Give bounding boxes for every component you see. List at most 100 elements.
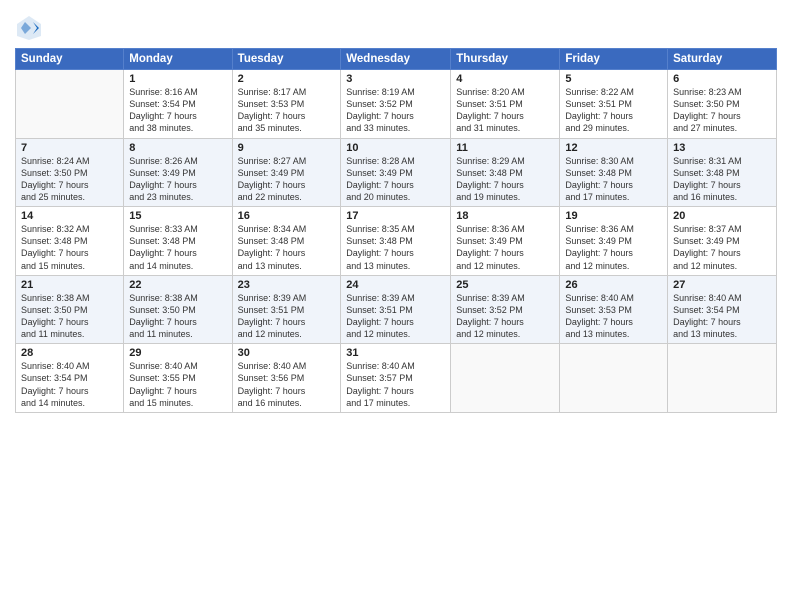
- day-number: 25: [456, 279, 554, 291]
- calendar-cell: 23Sunrise: 8:39 AM Sunset: 3:51 PM Dayli…: [232, 275, 341, 344]
- day-number: 17: [346, 210, 445, 222]
- day-info: Sunrise: 8:30 AM Sunset: 3:48 PM Dayligh…: [565, 155, 662, 204]
- day-number: 11: [456, 142, 554, 154]
- calendar-cell: 13Sunrise: 8:31 AM Sunset: 3:48 PM Dayli…: [668, 138, 777, 207]
- day-number: 10: [346, 142, 445, 154]
- calendar-cell: 6Sunrise: 8:23 AM Sunset: 3:50 PM Daylig…: [668, 70, 777, 139]
- day-info: Sunrise: 8:23 AM Sunset: 3:50 PM Dayligh…: [673, 86, 771, 135]
- calendar-cell: 5Sunrise: 8:22 AM Sunset: 3:51 PM Daylig…: [560, 70, 668, 139]
- day-number: 18: [456, 210, 554, 222]
- day-number: 27: [673, 279, 771, 291]
- day-info: Sunrise: 8:32 AM Sunset: 3:48 PM Dayligh…: [21, 223, 118, 272]
- calendar-week-row: 14Sunrise: 8:32 AM Sunset: 3:48 PM Dayli…: [16, 207, 777, 276]
- day-number: 3: [346, 73, 445, 85]
- calendar-cell: 14Sunrise: 8:32 AM Sunset: 3:48 PM Dayli…: [16, 207, 124, 276]
- day-info: Sunrise: 8:36 AM Sunset: 3:49 PM Dayligh…: [565, 223, 662, 272]
- calendar-cell: 3Sunrise: 8:19 AM Sunset: 3:52 PM Daylig…: [341, 70, 451, 139]
- logo: [15, 14, 47, 42]
- calendar-cell: 21Sunrise: 8:38 AM Sunset: 3:50 PM Dayli…: [16, 275, 124, 344]
- weekday-header: Sunday: [16, 49, 124, 70]
- calendar-cell: 31Sunrise: 8:40 AM Sunset: 3:57 PM Dayli…: [341, 344, 451, 413]
- calendar-cell: 12Sunrise: 8:30 AM Sunset: 3:48 PM Dayli…: [560, 138, 668, 207]
- day-number: 8: [129, 142, 226, 154]
- calendar-cell: [668, 344, 777, 413]
- weekday-row: SundayMondayTuesdayWednesdayThursdayFrid…: [16, 49, 777, 70]
- weekday-header: Tuesday: [232, 49, 341, 70]
- logo-icon: [15, 14, 43, 42]
- calendar-cell: 26Sunrise: 8:40 AM Sunset: 3:53 PM Dayli…: [560, 275, 668, 344]
- calendar-cell: 29Sunrise: 8:40 AM Sunset: 3:55 PM Dayli…: [124, 344, 232, 413]
- calendar-cell: [451, 344, 560, 413]
- calendar-cell: 8Sunrise: 8:26 AM Sunset: 3:49 PM Daylig…: [124, 138, 232, 207]
- weekday-header: Friday: [560, 49, 668, 70]
- day-info: Sunrise: 8:36 AM Sunset: 3:49 PM Dayligh…: [456, 223, 554, 272]
- header: [15, 10, 777, 42]
- calendar-header: SundayMondayTuesdayWednesdayThursdayFrid…: [16, 49, 777, 70]
- day-number: 22: [129, 279, 226, 291]
- calendar-cell: 22Sunrise: 8:38 AM Sunset: 3:50 PM Dayli…: [124, 275, 232, 344]
- calendar-cell: 28Sunrise: 8:40 AM Sunset: 3:54 PM Dayli…: [16, 344, 124, 413]
- calendar-cell: 11Sunrise: 8:29 AM Sunset: 3:48 PM Dayli…: [451, 138, 560, 207]
- day-info: Sunrise: 8:29 AM Sunset: 3:48 PM Dayligh…: [456, 155, 554, 204]
- day-number: 16: [238, 210, 336, 222]
- calendar-cell: 2Sunrise: 8:17 AM Sunset: 3:53 PM Daylig…: [232, 70, 341, 139]
- day-number: 9: [238, 142, 336, 154]
- day-info: Sunrise: 8:33 AM Sunset: 3:48 PM Dayligh…: [129, 223, 226, 272]
- day-info: Sunrise: 8:31 AM Sunset: 3:48 PM Dayligh…: [673, 155, 771, 204]
- calendar-cell: 17Sunrise: 8:35 AM Sunset: 3:48 PM Dayli…: [341, 207, 451, 276]
- calendar-week-row: 1Sunrise: 8:16 AM Sunset: 3:54 PM Daylig…: [16, 70, 777, 139]
- weekday-header: Wednesday: [341, 49, 451, 70]
- day-info: Sunrise: 8:38 AM Sunset: 3:50 PM Dayligh…: [21, 292, 118, 341]
- day-number: 23: [238, 279, 336, 291]
- calendar-table: SundayMondayTuesdayWednesdayThursdayFrid…: [15, 48, 777, 413]
- calendar-body: 1Sunrise: 8:16 AM Sunset: 3:54 PM Daylig…: [16, 70, 777, 413]
- day-number: 31: [346, 347, 445, 359]
- day-info: Sunrise: 8:35 AM Sunset: 3:48 PM Dayligh…: [346, 223, 445, 272]
- calendar-cell: 15Sunrise: 8:33 AM Sunset: 3:48 PM Dayli…: [124, 207, 232, 276]
- day-number: 24: [346, 279, 445, 291]
- day-number: 20: [673, 210, 771, 222]
- weekday-header: Monday: [124, 49, 232, 70]
- day-number: 5: [565, 73, 662, 85]
- day-info: Sunrise: 8:20 AM Sunset: 3:51 PM Dayligh…: [456, 86, 554, 135]
- day-number: 13: [673, 142, 771, 154]
- calendar-cell: 24Sunrise: 8:39 AM Sunset: 3:51 PM Dayli…: [341, 275, 451, 344]
- day-number: 2: [238, 73, 336, 85]
- calendar-cell: 7Sunrise: 8:24 AM Sunset: 3:50 PM Daylig…: [16, 138, 124, 207]
- day-info: Sunrise: 8:40 AM Sunset: 3:54 PM Dayligh…: [673, 292, 771, 341]
- calendar-cell: 27Sunrise: 8:40 AM Sunset: 3:54 PM Dayli…: [668, 275, 777, 344]
- day-info: Sunrise: 8:40 AM Sunset: 3:57 PM Dayligh…: [346, 360, 445, 409]
- day-info: Sunrise: 8:22 AM Sunset: 3:51 PM Dayligh…: [565, 86, 662, 135]
- day-number: 1: [129, 73, 226, 85]
- day-info: Sunrise: 8:24 AM Sunset: 3:50 PM Dayligh…: [21, 155, 118, 204]
- day-info: Sunrise: 8:34 AM Sunset: 3:48 PM Dayligh…: [238, 223, 336, 272]
- day-number: 19: [565, 210, 662, 222]
- day-info: Sunrise: 8:37 AM Sunset: 3:49 PM Dayligh…: [673, 223, 771, 272]
- weekday-header: Saturday: [668, 49, 777, 70]
- day-info: Sunrise: 8:17 AM Sunset: 3:53 PM Dayligh…: [238, 86, 336, 135]
- calendar-week-row: 21Sunrise: 8:38 AM Sunset: 3:50 PM Dayli…: [16, 275, 777, 344]
- day-number: 14: [21, 210, 118, 222]
- calendar-cell: 25Sunrise: 8:39 AM Sunset: 3:52 PM Dayli…: [451, 275, 560, 344]
- day-info: Sunrise: 8:40 AM Sunset: 3:55 PM Dayligh…: [129, 360, 226, 409]
- day-number: 30: [238, 347, 336, 359]
- day-info: Sunrise: 8:38 AM Sunset: 3:50 PM Dayligh…: [129, 292, 226, 341]
- day-info: Sunrise: 8:39 AM Sunset: 3:52 PM Dayligh…: [456, 292, 554, 341]
- day-info: Sunrise: 8:16 AM Sunset: 3:54 PM Dayligh…: [129, 86, 226, 135]
- day-number: 15: [129, 210, 226, 222]
- page: SundayMondayTuesdayWednesdayThursdayFrid…: [0, 0, 792, 612]
- calendar-cell: 30Sunrise: 8:40 AM Sunset: 3:56 PM Dayli…: [232, 344, 341, 413]
- calendar-week-row: 28Sunrise: 8:40 AM Sunset: 3:54 PM Dayli…: [16, 344, 777, 413]
- day-number: 26: [565, 279, 662, 291]
- day-info: Sunrise: 8:26 AM Sunset: 3:49 PM Dayligh…: [129, 155, 226, 204]
- day-info: Sunrise: 8:19 AM Sunset: 3:52 PM Dayligh…: [346, 86, 445, 135]
- day-info: Sunrise: 8:40 AM Sunset: 3:53 PM Dayligh…: [565, 292, 662, 341]
- calendar-cell: [16, 70, 124, 139]
- calendar-cell: 9Sunrise: 8:27 AM Sunset: 3:49 PM Daylig…: [232, 138, 341, 207]
- day-info: Sunrise: 8:27 AM Sunset: 3:49 PM Dayligh…: [238, 155, 336, 204]
- calendar-cell: 18Sunrise: 8:36 AM Sunset: 3:49 PM Dayli…: [451, 207, 560, 276]
- day-info: Sunrise: 8:39 AM Sunset: 3:51 PM Dayligh…: [238, 292, 336, 341]
- calendar-cell: 10Sunrise: 8:28 AM Sunset: 3:49 PM Dayli…: [341, 138, 451, 207]
- day-number: 21: [21, 279, 118, 291]
- calendar-cell: 16Sunrise: 8:34 AM Sunset: 3:48 PM Dayli…: [232, 207, 341, 276]
